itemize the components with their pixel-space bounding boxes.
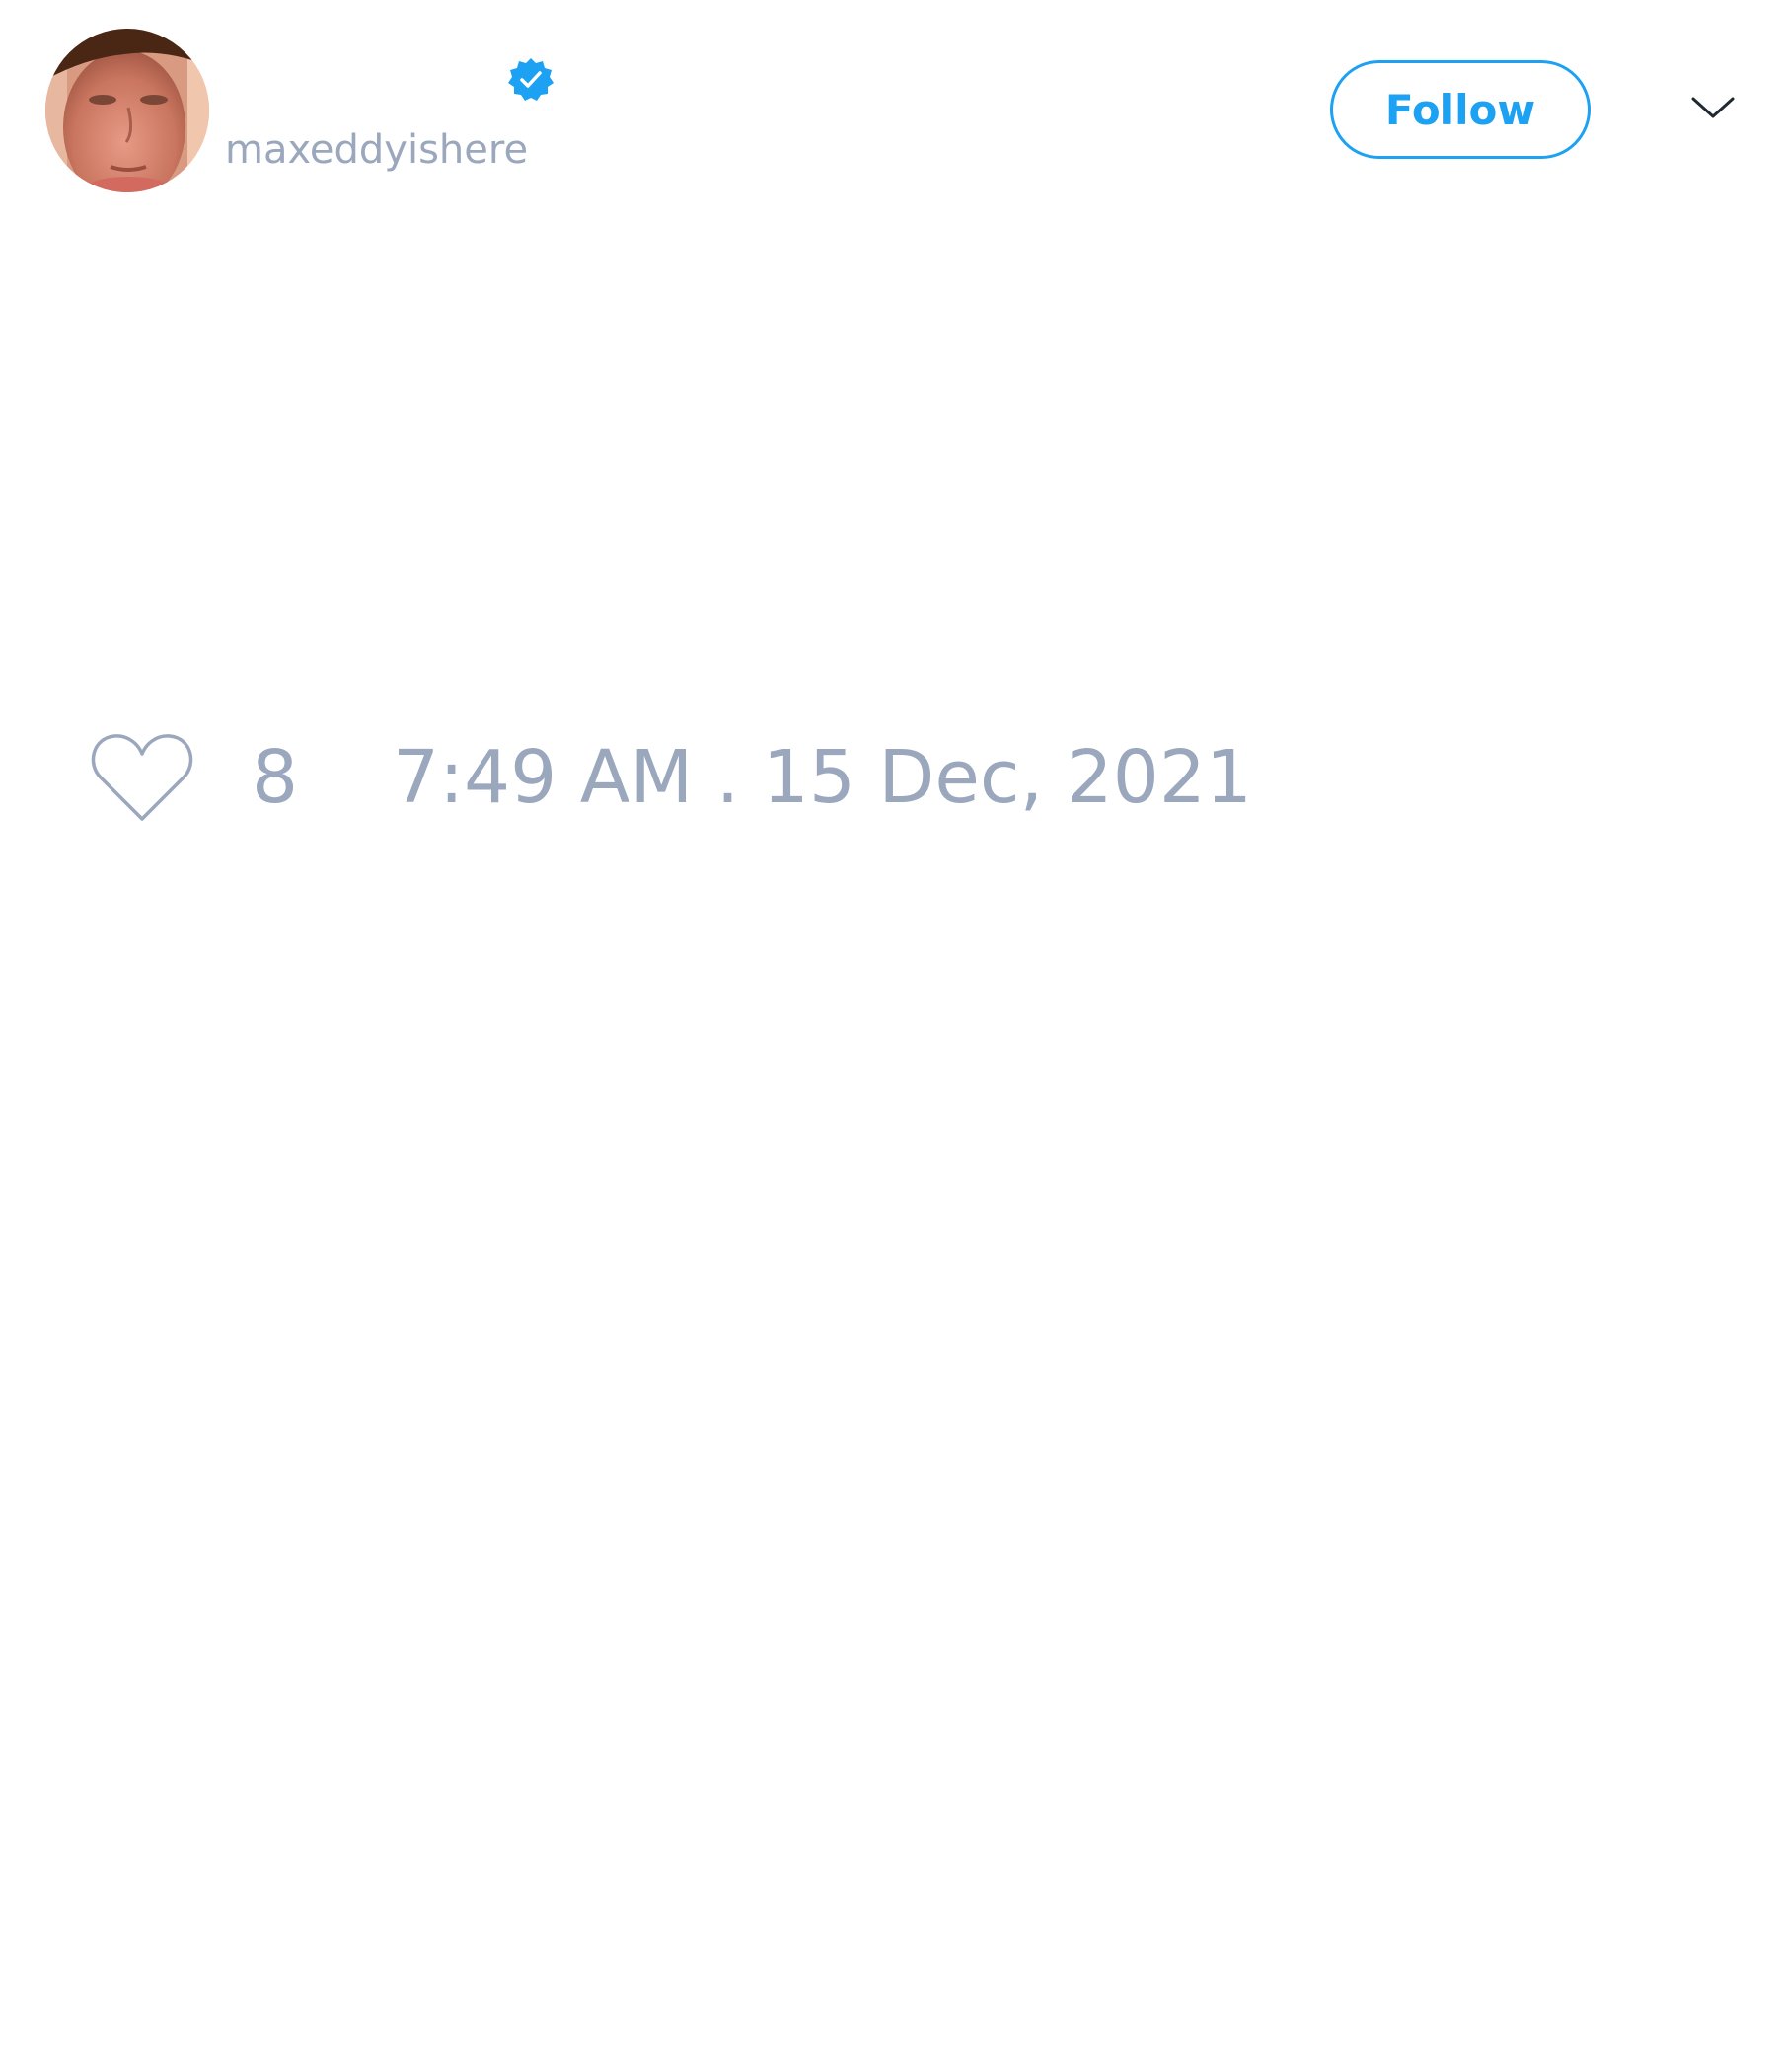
author-handle[interactable]: maxeddyishere — [225, 126, 528, 174]
verified-badge-icon — [508, 58, 554, 101]
chevron-down-icon[interactable] — [1689, 89, 1737, 128]
tweet-timestamp[interactable]: 7:49 AM . 15 Dec, 2021 — [393, 735, 1252, 820]
author-avatar[interactable] — [45, 29, 209, 192]
like-count: 8 — [252, 735, 299, 820]
heart-outline-icon[interactable] — [89, 728, 195, 827]
follow-button[interactable]: Follow — [1330, 60, 1591, 159]
